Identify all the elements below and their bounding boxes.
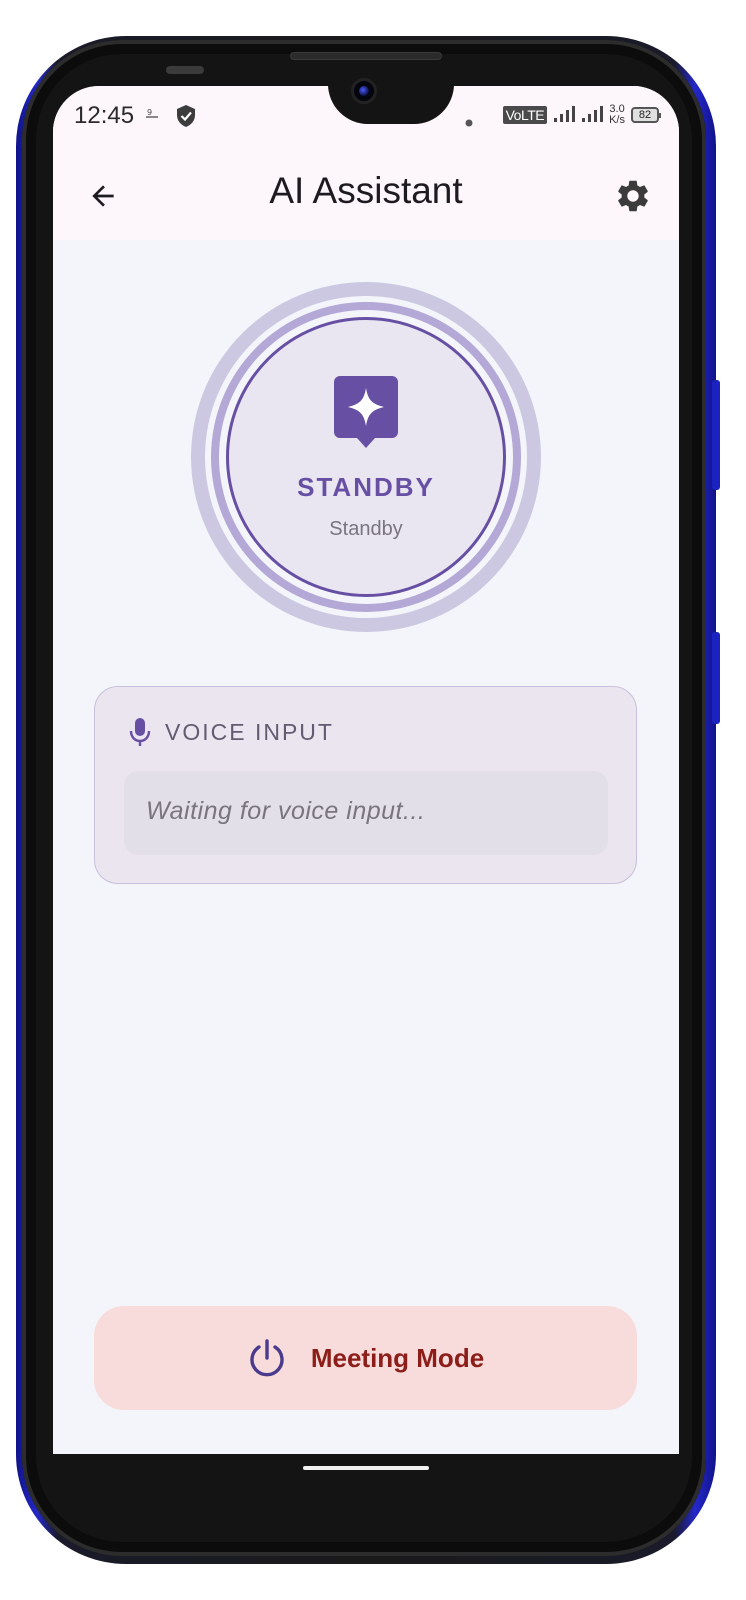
app-bar: AI Assistant xyxy=(53,152,679,240)
svg-text:9: 9 xyxy=(147,108,152,117)
meeting-mode-button[interactable]: Meeting Mode xyxy=(94,1306,637,1410)
status-time: 12:45 xyxy=(74,102,135,129)
home-indicator[interactable] xyxy=(303,1466,429,1470)
data-saver-icon: 9 xyxy=(145,106,159,125)
battery-level: 82 xyxy=(638,109,652,121)
signal-icon-1 xyxy=(553,105,576,125)
assistant-status-label: STANDBY xyxy=(297,472,435,502)
notification-dot-icon xyxy=(465,114,473,132)
voice-input-field[interactable]: Waiting for voice input... xyxy=(124,771,608,855)
gear-icon xyxy=(618,180,648,212)
signal-icon-2 xyxy=(581,105,604,125)
sparkle-chat-icon xyxy=(333,376,399,448)
voice-input-card: VOICE INPUT Waiting for voice input... xyxy=(94,686,637,884)
volume-button xyxy=(712,380,720,490)
voice-input-header: VOICE INPUT xyxy=(129,717,334,747)
assistant-status-button[interactable] xyxy=(226,317,506,597)
speed-unit: K/s xyxy=(609,114,625,126)
network-speed: 3.0 K/s xyxy=(609,104,625,126)
settings-button[interactable] xyxy=(609,172,657,220)
meeting-mode-label: Meeting Mode xyxy=(310,1342,485,1373)
voice-input-title: VOICE INPUT xyxy=(165,718,334,745)
power-side-button xyxy=(712,632,720,724)
status-indicators: VoLTE 3.0 K/s 82 xyxy=(502,104,661,126)
battery-icon: 82 xyxy=(631,107,661,123)
voice-input-placeholder: Waiting for voice input... xyxy=(146,797,426,825)
microphone-icon xyxy=(129,718,151,746)
page-title: AI Assistant xyxy=(269,170,463,211)
power-icon xyxy=(250,1339,284,1377)
proximity-sensor xyxy=(166,66,204,74)
earpiece-speaker xyxy=(290,52,442,60)
screen: 12:45 9 VoLTE 3.0 K/s 82 AI Assistant ST… xyxy=(53,86,679,1454)
front-camera xyxy=(351,78,377,104)
shield-check-icon xyxy=(175,104,197,133)
assistant-status-sublabel: Standby xyxy=(329,518,403,540)
volte-badge: VoLTE xyxy=(502,106,548,124)
